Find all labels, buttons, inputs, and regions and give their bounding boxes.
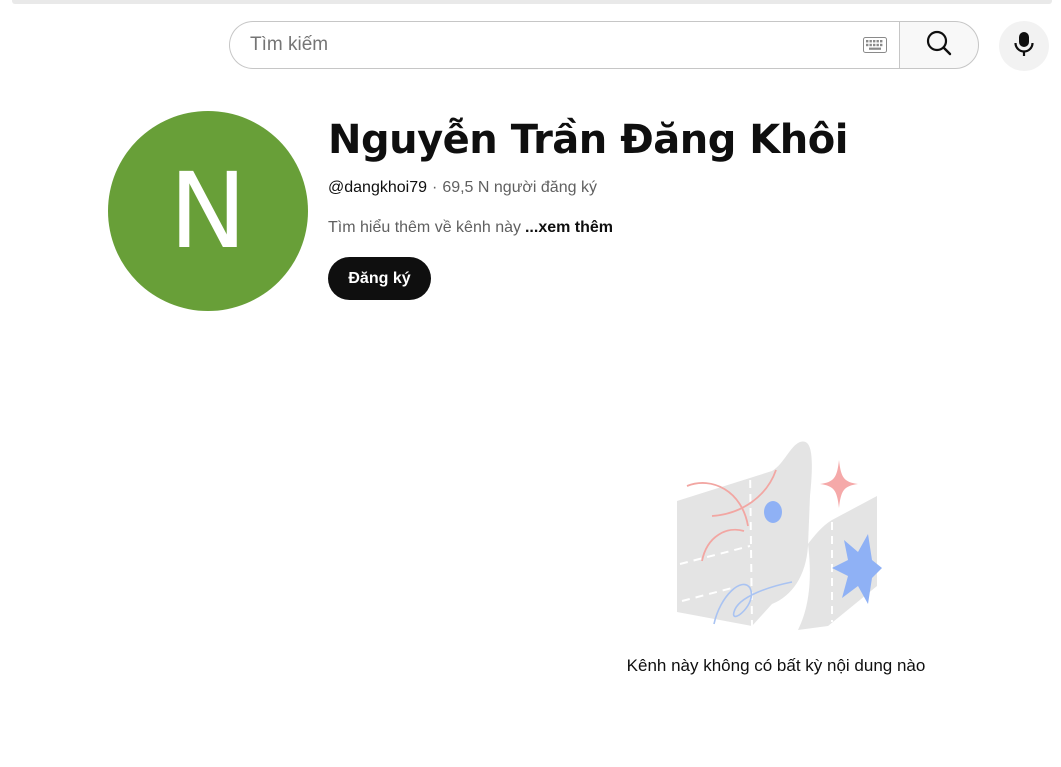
search-icon xyxy=(925,29,953,62)
search-box[interactable] xyxy=(229,21,899,69)
top-edge xyxy=(0,0,1061,6)
avatar-letter: N xyxy=(169,150,247,272)
channel-handle: @dangkhoi79 xyxy=(328,179,427,196)
channel-name: Nguyễn Trần Đăng Khôi xyxy=(328,117,848,163)
empty-state-message: Kênh này không có bất kỳ nội dung nào xyxy=(626,656,926,675)
search-button[interactable] xyxy=(899,21,979,69)
about-text: Tìm hiểu thêm về kênh này xyxy=(328,219,521,236)
empty-channel-illustration xyxy=(672,436,882,632)
subscribe-button[interactable]: Đăng ký xyxy=(328,257,431,300)
meta-separator: · xyxy=(431,179,438,196)
show-more-link[interactable]: ...xem thêm xyxy=(525,219,613,236)
channel-about[interactable]: Tìm hiểu thêm về kênh này ...xem thêm xyxy=(328,219,613,237)
subscriber-count: 69,5 N người đăng ký xyxy=(442,179,597,196)
search-input[interactable] xyxy=(250,30,840,60)
channel-meta: @dangkhoi79 · 69,5 N người đăng ký xyxy=(328,179,597,197)
voice-search-button[interactable] xyxy=(999,21,1049,71)
mic-icon xyxy=(1012,30,1036,63)
channel-avatar: N xyxy=(108,111,308,311)
keyboard-icon[interactable] xyxy=(863,37,887,53)
browser-edge-bar xyxy=(12,0,1052,4)
